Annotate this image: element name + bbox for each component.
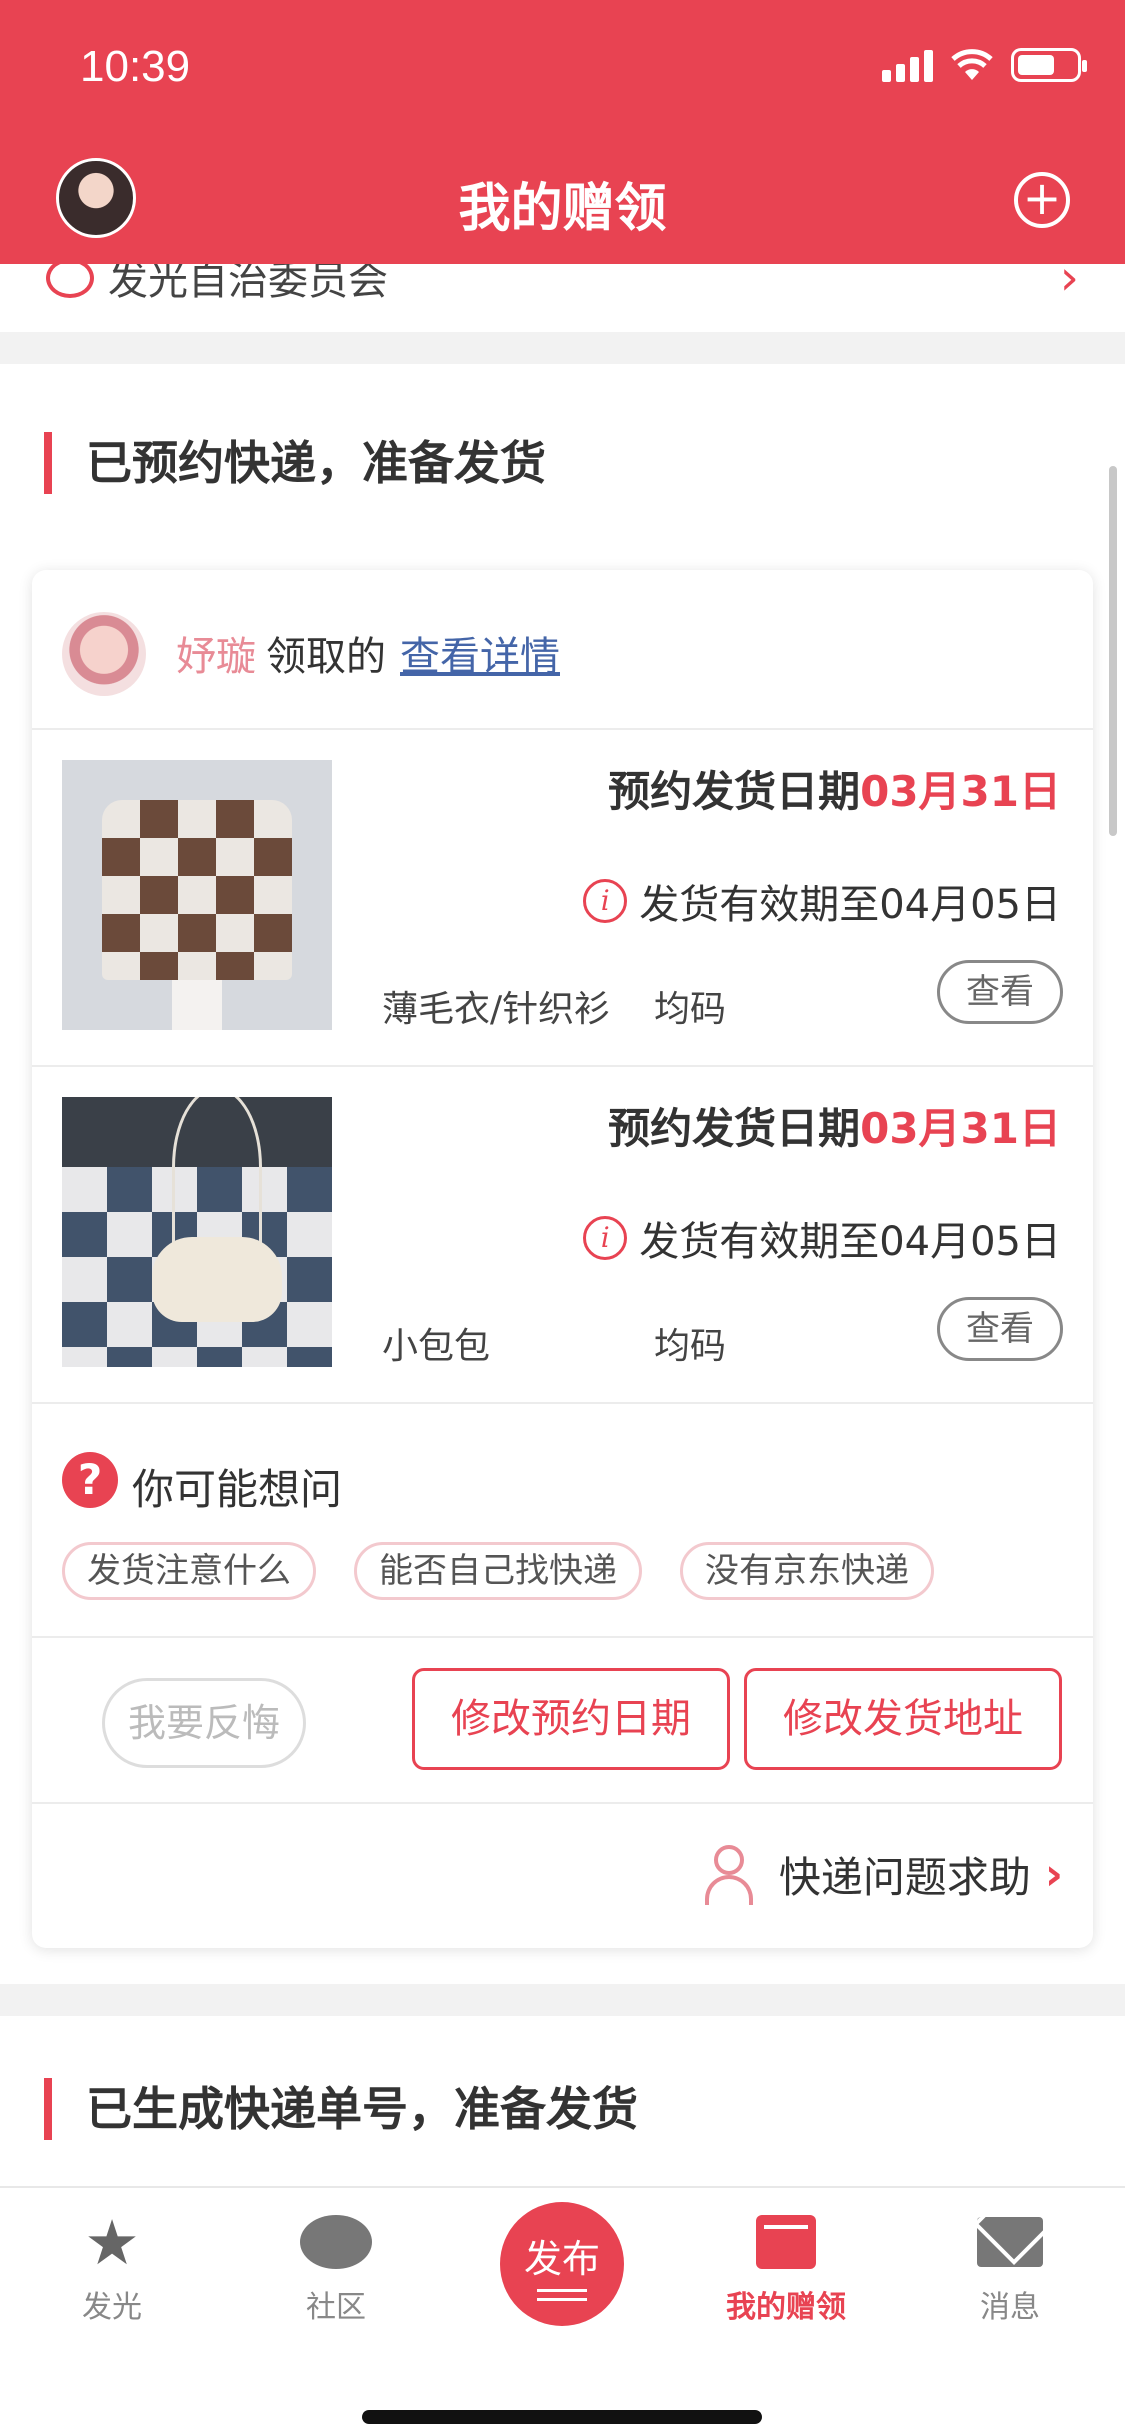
giver-line: 妤璇 领取的 查看详情 <box>176 624 560 682</box>
section-title: 已预约快递，准备发货 <box>44 432 546 494</box>
tab-label: 消息 <box>980 2290 1040 2325</box>
modify-date-button[interactable]: 修改预约日期 <box>412 1668 730 1770</box>
page-title: 我的赠领 <box>458 179 667 239</box>
committee-row[interactable]: 发光自治委员会 › <box>0 250 1125 332</box>
valid-until: i 发货有效期至04月05日 <box>583 1209 1061 1267</box>
faq-tag[interactable]: 能否自己找快递 <box>354 1542 642 1600</box>
ship-date-value: 03月31日 <box>860 1104 1061 1153</box>
ship-date: 预约发货日期03月31日 <box>608 767 1061 816</box>
app-header: 10:39 我的赠领 + <box>0 0 1125 264</box>
tab-label: 我的赠领 <box>726 2290 846 2325</box>
faq-block: ? 你可能想问 发货注意什么 能否自己找快递 没有京东快递 <box>32 1404 1093 1638</box>
tab-label: 发光 <box>82 2290 142 2325</box>
view-details-link[interactable]: 查看详情 <box>400 634 560 680</box>
info-icon: i <box>583 1216 628 1260</box>
section-title: 已生成快递单号，准备发货 <box>44 2078 638 2140</box>
list-item: 预约发货日期03月31日 i 发货有效期至04月05日 薄毛衣/针织衫 均码 查看 <box>32 730 1093 1067</box>
wifi-icon <box>951 49 993 80</box>
item-photo[interactable] <box>62 760 332 1030</box>
order-card: 妤璇 领取的 查看详情 预约发货日期03月31日 i 发货有效期至04月05日 薄毛衣… <box>32 570 1093 1948</box>
star-icon: ★ <box>84 2205 140 2279</box>
tab-messages[interactable]: 消息 <box>920 2210 1100 2326</box>
ship-date: 预约发货日期03月31日 <box>608 1104 1061 1153</box>
publish-button[interactable]: 发布 <box>500 2202 624 2326</box>
giver-action: 领取的 <box>266 634 386 680</box>
chat-bubble-icon <box>246 2210 426 2274</box>
publish-label: 发布 <box>523 2237 600 2281</box>
home-indicator[interactable] <box>362 2410 762 2424</box>
delivery-help-row[interactable]: 快递问题求助 › <box>32 1804 1093 1944</box>
item-name: 薄毛衣/针织衫 <box>382 989 611 1030</box>
giver-name[interactable]: 妤璇 <box>176 634 256 680</box>
item-name: 小包包 <box>382 1326 491 1367</box>
giver-avatar[interactable] <box>62 612 146 696</box>
tab-my-gifts[interactable]: 我的赠领 <box>696 2210 876 2326</box>
tab-community[interactable]: 社区 <box>246 2210 426 2326</box>
person-icon <box>701 1844 757 1905</box>
card-header: 妤璇 领取的 查看详情 <box>32 570 1093 730</box>
help-label: 快递问题求助 <box>778 1853 1031 1902</box>
view-button[interactable]: 查看 <box>937 960 1063 1024</box>
faq-title: 你可能想问 <box>132 1465 343 1514</box>
modify-address-button[interactable]: 修改发货地址 <box>744 1668 1062 1770</box>
faq-tag[interactable]: 没有京东快递 <box>680 1542 934 1600</box>
view-button[interactable]: 查看 <box>937 1297 1063 1361</box>
ship-date-value: 03月31日 <box>860 767 1061 816</box>
publish-icon <box>537 2289 587 2301</box>
question-icon: ? <box>62 1452 118 1508</box>
book-icon <box>696 2210 876 2274</box>
cellular-signal-icon <box>882 48 933 82</box>
plus-circle-icon[interactable]: + <box>1014 172 1070 228</box>
info-icon: i <box>583 879 628 923</box>
chevron-right-icon: › <box>1044 1849 1063 1900</box>
regret-button[interactable]: 我要反悔 <box>102 1678 306 1768</box>
status-icons <box>882 48 1087 82</box>
faq-tag[interactable]: 发货注意什么 <box>62 1542 316 1600</box>
tab-faguang[interactable]: ★ 发光 <box>22 2205 202 2326</box>
mail-icon <box>920 2210 1100 2274</box>
action-bar: 我要反悔 修改预约日期 修改发货地址 <box>32 1638 1093 1804</box>
scrollbar[interactable] <box>1109 466 1117 836</box>
battery-icon <box>1011 48 1087 82</box>
item-size: 均码 <box>654 989 727 1030</box>
tab-label: 社区 <box>306 2290 366 2325</box>
list-item: 预约发货日期03月31日 i 发货有效期至04月05日 小包包 均码 查看 <box>32 1067 1093 1404</box>
valid-until: i 发货有效期至04月05日 <box>583 872 1061 930</box>
printer-icon <box>46 258 94 298</box>
item-photo[interactable] <box>62 1097 332 1367</box>
item-size: 均码 <box>654 1326 727 1367</box>
tab-bar: ★ 发光 社区 发布 我的赠领 消息 <box>0 2186 1125 2436</box>
section-reserved: 已预约快递，准备发货 妤璇 领取的 查看详情 预约发货日期03月31日 i 发货有效期… <box>0 364 1125 1984</box>
status-time: 10:39 <box>80 42 191 91</box>
